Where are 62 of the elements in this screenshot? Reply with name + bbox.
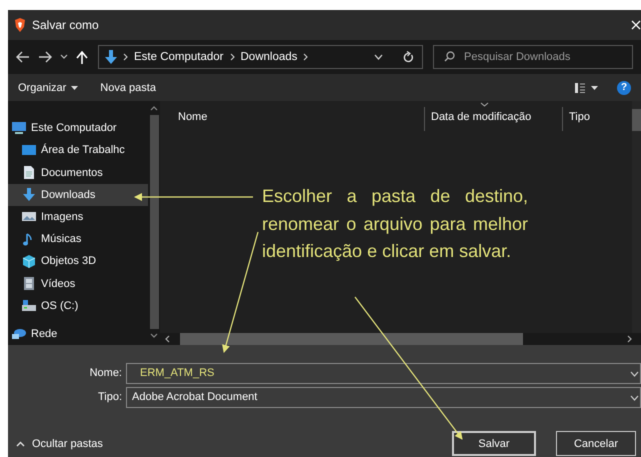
- sidebar-item[interactable]: Rede: [8, 322, 148, 346]
- download-arrow-icon: [105, 50, 117, 64]
- document-icon: [22, 166, 36, 179]
- field-label: Nome:: [88, 367, 123, 379]
- help-icon[interactable]: ?: [617, 80, 631, 94]
- breadcrumb[interactable]: Downloads: [240, 51, 298, 63]
- view-options-icon[interactable]: [575, 82, 599, 92]
- forward-icon[interactable]: [38, 51, 52, 63]
- network-icon: [12, 327, 26, 340]
- breadcrumb[interactable]: Este Computador: [134, 51, 224, 63]
- scroll-down-icon[interactable]: [150, 333, 158, 339]
- close-icon[interactable]: [631, 20, 641, 30]
- chevron-right-icon: [303, 53, 308, 61]
- search-field[interactable]: Pesquisar Downloads: [433, 45, 633, 69]
- field-label: Tipo:: [96, 391, 123, 403]
- cancel-button[interactable]: Cancelar: [556, 431, 636, 456]
- download-arrow-icon: [22, 188, 36, 202]
- chevron-up-icon: [16, 440, 25, 446]
- film-icon: [22, 277, 36, 290]
- sidebar-item[interactable]: Imagens: [8, 206, 148, 228]
- up-arrow-icon[interactable]: [76, 50, 88, 64]
- picture-icon: [22, 210, 36, 224]
- sidebar-item[interactable]: OS (C:): [8, 294, 148, 317]
- chevron-down-icon[interactable]: [60, 54, 68, 60]
- cube-icon: [22, 254, 36, 268]
- scrollbar[interactable]: [160, 333, 641, 345]
- sort-chevron-icon: [480, 102, 489, 107]
- address-bar[interactable]: Este Computador Downloads: [98, 45, 423, 69]
- scroll-up-icon[interactable]: [150, 105, 158, 111]
- hide-folders-button[interactable]: Ocultar pastas: [14, 436, 105, 452]
- sidebar-item[interactable]: Documentos: [8, 161, 148, 184]
- drive-icon: [22, 299, 36, 312]
- back-icon[interactable]: [16, 51, 30, 63]
- chevron-down-icon[interactable]: [374, 54, 383, 60]
- chevron-right-icon: [230, 53, 234, 61]
- organize-menu[interactable]: Organizar: [16, 80, 80, 96]
- chevron-right-icon: [123, 53, 128, 61]
- chevron-down-icon[interactable]: [630, 394, 639, 400]
- chevron-down-icon[interactable]: [630, 370, 639, 376]
- window-title: Salvar como: [32, 18, 100, 32]
- sidebar-item[interactable]: Vídeos: [8, 272, 148, 295]
- save-button[interactable]: Salvar: [452, 431, 536, 456]
- scroll-right-icon[interactable]: [625, 335, 633, 343]
- file-type-dropdown[interactable]: Adobe Acrobat Document: [126, 386, 641, 408]
- sidebar-item[interactable]: Músicas: [8, 228, 148, 250]
- column-header[interactable]: Data de modificação: [424, 107, 562, 131]
- sidebar-item[interactable]: Downloads: [8, 184, 148, 206]
- scrollbar[interactable]: [632, 101, 641, 333]
- desktop-icon: [22, 144, 36, 157]
- file-name-field[interactable]: ERM_ATM_RS: [126, 362, 641, 384]
- shield-icon: [14, 18, 26, 32]
- new-folder-button[interactable]: Nova pasta: [98, 80, 158, 96]
- refresh-icon[interactable]: [403, 51, 414, 63]
- column-header[interactable]: Nome: [160, 107, 424, 131]
- sidebar-item[interactable]: Este Computador: [8, 117, 148, 140]
- sidebar-item[interactable]: Objetos 3D: [8, 250, 148, 272]
- scroll-left-icon[interactable]: [164, 335, 172, 343]
- caret-icon: [71, 86, 78, 90]
- annotation-text: Escolher a pasta de destino, renomear o arquivo para melhor identificação e clicar em salvar.: [262, 185, 528, 263]
- search-icon: [444, 51, 455, 62]
- monitor-icon: [12, 122, 26, 135]
- sidebar-item[interactable]: Área de Trabalhc: [8, 139, 148, 162]
